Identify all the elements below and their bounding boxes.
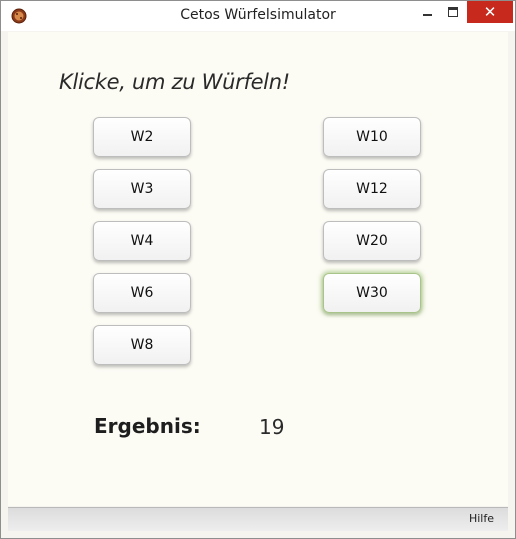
- maximize-button[interactable]: [438, 1, 468, 23]
- status-bar: Hilfe: [8, 507, 508, 531]
- w10-button[interactable]: W10: [323, 117, 421, 157]
- w4-button[interactable]: W4: [93, 221, 191, 261]
- title-bar[interactable]: Cetos Würfelsimulator ✕: [1, 1, 515, 31]
- close-icon: ✕: [483, 3, 497, 21]
- minimize-icon: [422, 14, 432, 16]
- w12-button[interactable]: W12: [323, 169, 421, 209]
- help-label[interactable]: Hilfe: [469, 512, 494, 525]
- instruction-heading: Klicke, um zu Würfeln!: [59, 70, 290, 94]
- w6-button[interactable]: W6: [93, 273, 191, 313]
- w30-button[interactable]: W30: [323, 273, 421, 313]
- app-window: Cetos Würfelsimulator ✕ Klicke, um zu Wü…: [0, 0, 516, 539]
- w20-button[interactable]: W20: [323, 221, 421, 261]
- w2-button[interactable]: W2: [93, 117, 191, 157]
- close-button[interactable]: ✕: [467, 1, 513, 23]
- w8-button[interactable]: W8: [93, 325, 191, 365]
- result-label: Ergebnis:: [94, 414, 201, 438]
- result-value: 19: [259, 415, 285, 439]
- maximize-icon: [448, 7, 458, 17]
- main-content: Klicke, um zu Würfeln! W2 W3 W4 W6 W8 W1…: [8, 32, 508, 506]
- w3-button[interactable]: W3: [93, 169, 191, 209]
